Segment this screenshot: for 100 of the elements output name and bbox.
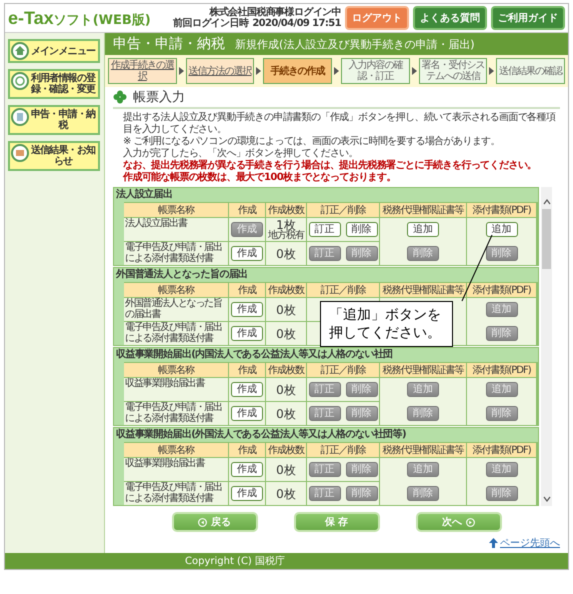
form-name: 収益事業開始届出書 bbox=[124, 458, 228, 481]
delete-button[interactable]: 削除 bbox=[486, 406, 518, 421]
delete-button[interactable]: 削除 bbox=[346, 462, 378, 477]
form-name: 電子申告及び申請・届出による添付書類送付書 bbox=[124, 322, 228, 345]
house-icon bbox=[11, 42, 29, 60]
sidebar-item[interactable]: 送信結果・お知らせ bbox=[8, 141, 100, 171]
add-button[interactable]: 追加 bbox=[486, 462, 518, 478]
page-title: 申告・申請・納税 bbox=[113, 35, 225, 53]
column-header: 作成 bbox=[229, 203, 265, 217]
create-button[interactable]: 作成 bbox=[231, 222, 263, 237]
column-header: 添付書類(PDF) bbox=[467, 283, 536, 297]
header-button[interactable]: ログアウト bbox=[345, 6, 409, 30]
delete-button[interactable]: 削除 bbox=[407, 246, 439, 261]
last-login-time: 2020/04/09 17:51 bbox=[252, 18, 341, 29]
add-button[interactable]: 追加 bbox=[407, 382, 439, 398]
count-value: 0枚 bbox=[276, 488, 296, 500]
step-item: 署名・受付システムへの送信 bbox=[418, 58, 488, 84]
create-button[interactable]: 作成 bbox=[231, 462, 263, 477]
step-item: 手続きの作成 bbox=[263, 58, 332, 84]
sidebar-item[interactable]: 利用者情報の登録・確認・変更 bbox=[8, 69, 100, 99]
count-value: 0枚 bbox=[276, 384, 296, 396]
delete-button[interactable]: 削除 bbox=[346, 382, 378, 397]
delete-button[interactable]: 削除 bbox=[486, 246, 518, 261]
scroll-thumb[interactable] bbox=[542, 209, 551, 269]
add-button[interactable]: 追加 bbox=[407, 222, 439, 238]
page-top-link[interactable]: ページ先頭へ bbox=[500, 536, 560, 550]
instruction-text: 作成可能な帳票の枚数は、最大で100枚までとなっております。 bbox=[123, 172, 397, 184]
edit-button[interactable]: 訂正 bbox=[308, 462, 340, 477]
add-button[interactable]: 追加 bbox=[486, 302, 518, 318]
create-button[interactable]: 作成 bbox=[231, 326, 263, 341]
delete-button[interactable]: 削除 bbox=[346, 246, 378, 261]
header-button[interactable]: ご利用ガイド bbox=[491, 6, 565, 30]
column-header: 帳票名称 bbox=[124, 283, 228, 297]
instruction-text: ※ ご利用になるパソコンの環境によっては、画面の表示に時間を要する場合があります。 bbox=[123, 136, 501, 148]
scroll-up-icon[interactable] bbox=[542, 199, 550, 205]
scrollbar[interactable] bbox=[541, 187, 552, 506]
column-header: 帳票名称 bbox=[124, 203, 228, 217]
column-header: 添付書類(PDF) bbox=[467, 363, 536, 377]
login-status: 株式会社国税商事様ログイン中 bbox=[208, 7, 341, 18]
copyright-text: Copyright (C) 国税庁 bbox=[185, 554, 286, 568]
instruction-text: 入力が完了したら、「次へ」ボタンを押してください。 bbox=[123, 148, 360, 160]
scroll-down-icon[interactable] bbox=[542, 496, 550, 502]
delete-button[interactable]: 削除 bbox=[407, 406, 439, 421]
column-header: 作成 bbox=[229, 283, 265, 297]
create-button[interactable]: 作成 bbox=[231, 382, 263, 397]
back-button[interactable]: 戻る bbox=[172, 512, 258, 532]
column-header: 税務代理権限証書等 bbox=[380, 283, 466, 297]
circle-arrow-icon bbox=[198, 518, 207, 526]
form-name: 外国普通法人となった旨の届出書 bbox=[124, 298, 228, 321]
create-button[interactable]: 作成 bbox=[231, 302, 263, 317]
section-title: 収益事業開始届出(内国法人である公益法人等又は人格のない社団 bbox=[115, 348, 394, 362]
edit-button[interactable]: 訂正 bbox=[308, 382, 340, 397]
form-name: 電子申告及び申請・届出による添付書類送付書 bbox=[124, 242, 228, 265]
edit-button[interactable]: 訂正 bbox=[308, 406, 340, 421]
count-value: 0枚 bbox=[276, 248, 296, 260]
edit-button[interactable]: 訂正 bbox=[308, 246, 340, 261]
delete-button[interactable]: 削除 bbox=[346, 406, 378, 421]
create-button[interactable]: 作成 bbox=[231, 406, 263, 421]
instruction-text: 提出する法人設立及び異動手続きの申請書類の「作成」ボタンを押し、続いて表示される画面で各種項目を入力してください。 bbox=[123, 112, 556, 136]
page-subtitle: 新規作成(法人設立及び異動手続きの申請・届出) bbox=[235, 36, 475, 52]
clover-icon bbox=[113, 90, 127, 104]
callout-box: 「追加」ボタンを押してください。 bbox=[320, 301, 453, 347]
column-header: 税務代理権限証書等 bbox=[380, 443, 466, 457]
sidebar-item[interactable]: メインメニュー bbox=[8, 39, 100, 63]
delete-button[interactable]: 削除 bbox=[346, 222, 378, 237]
column-header: 税務代理権限証書等 bbox=[380, 363, 466, 377]
step-item[interactable]: 作成手続きの選択 bbox=[108, 58, 177, 84]
document-icon bbox=[11, 108, 29, 126]
column-header: 添付書類(PDF) bbox=[467, 443, 536, 457]
edit-button[interactable]: 訂正 bbox=[308, 486, 340, 501]
add-button[interactable]: 追加 bbox=[486, 382, 518, 398]
add-button[interactable]: 追加 bbox=[486, 222, 518, 238]
circle-arrow-icon bbox=[466, 518, 475, 526]
sidebar-item[interactable]: 申告・申請・納税 bbox=[8, 105, 100, 135]
delete-button[interactable]: 削除 bbox=[346, 486, 378, 501]
create-button[interactable]: 作成 bbox=[231, 246, 263, 261]
count-value: 1枚 bbox=[276, 218, 296, 230]
step-item[interactable]: 送信方法の選択 bbox=[186, 58, 254, 84]
section-heading: 帳票入力 bbox=[133, 89, 185, 106]
column-header: 作成 bbox=[229, 363, 265, 377]
create-button[interactable]: 作成 bbox=[231, 486, 263, 501]
add-button[interactable]: 追加 bbox=[407, 462, 439, 478]
count-value: 0枚 bbox=[276, 304, 296, 316]
section-title: 収益事業開始届出(外国法人である公益法人等又は人格のない社団等) bbox=[115, 428, 407, 442]
save-button[interactable]: 保 存 bbox=[294, 512, 380, 532]
edit-button[interactable]: 訂正 bbox=[308, 222, 340, 237]
column-header: 訂正／削除 bbox=[307, 283, 379, 297]
column-header: 税務代理権限証書等 bbox=[380, 203, 466, 217]
delete-button[interactable]: 削除 bbox=[486, 486, 518, 501]
column-header: 作成 bbox=[229, 443, 265, 457]
column-header: 添付書類(PDF) bbox=[467, 203, 536, 217]
header-button[interactable]: よくある質問 bbox=[413, 6, 487, 30]
app-logo: e-Taxソフト(WEB版) bbox=[8, 8, 151, 28]
delete-button[interactable]: 削除 bbox=[407, 486, 439, 501]
next-button[interactable]: 次へ bbox=[416, 512, 502, 532]
column-header: 作成枚数 bbox=[266, 203, 306, 217]
delete-button[interactable]: 削除 bbox=[486, 326, 518, 341]
up-arrow-icon bbox=[489, 538, 498, 548]
column-header: 作成枚数 bbox=[266, 363, 306, 377]
section-title: 外国普通法人となった旨の届出 bbox=[114, 268, 249, 282]
